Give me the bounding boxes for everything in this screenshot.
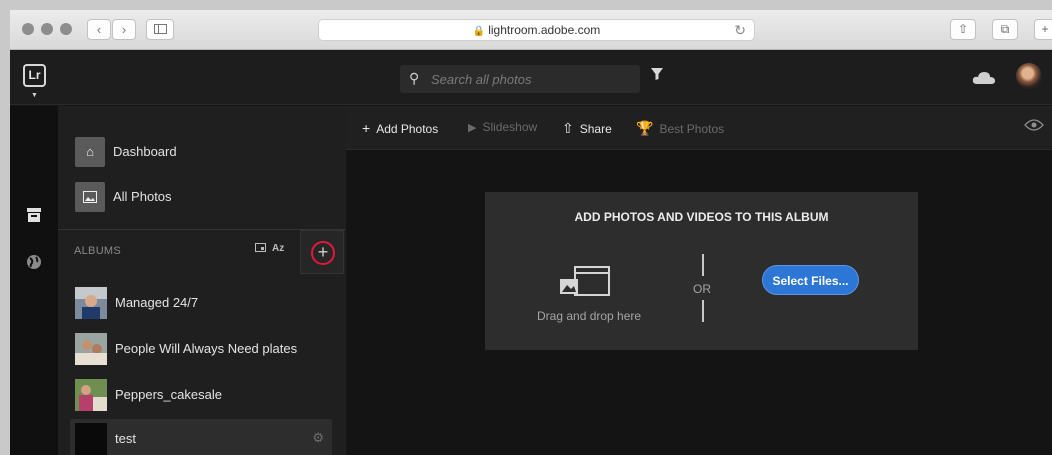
minimize-window-button[interactable] bbox=[41, 23, 53, 35]
add-photos-button[interactable]: + Add Photos bbox=[362, 120, 438, 136]
or-divider-top bbox=[702, 254, 704, 276]
sidebar-toggle-button[interactable] bbox=[146, 19, 174, 40]
app-header: Lr ▼ ⚲ Search all photos bbox=[10, 51, 1052, 105]
browser-toolbar: ‹ › 🔒 lightroom.adobe.com ↻ ⇧ ⧉ + bbox=[10, 10, 1052, 50]
or-text: OR bbox=[693, 282, 711, 296]
drag-drop-icon bbox=[560, 266, 610, 296]
best-photos-button[interactable]: 🏆 Best Photos bbox=[636, 120, 724, 137]
play-icon: ▶ bbox=[468, 122, 477, 134]
new-tab-button[interactable]: + bbox=[1034, 19, 1052, 40]
share-icon: ⇧ bbox=[562, 120, 574, 136]
album-label: test bbox=[115, 431, 136, 446]
album-item-managed[interactable]: Managed 24/7 bbox=[75, 287, 333, 319]
filter-icon[interactable] bbox=[650, 67, 664, 81]
album-thumbnail bbox=[75, 333, 107, 365]
zoom-window-button[interactable] bbox=[60, 23, 72, 35]
tabs-overview-button[interactable]: ⧉ bbox=[992, 19, 1018, 40]
select-files-button[interactable]: Select Files... bbox=[762, 265, 859, 295]
drag-drop-text: Drag and drop here bbox=[537, 309, 642, 323]
sort-albums-button[interactable]: Az bbox=[272, 243, 284, 254]
share-button[interactable]: ⇧ Share bbox=[562, 120, 612, 137]
folder-icon[interactable] bbox=[255, 243, 266, 255]
globe-icon[interactable] bbox=[25, 254, 43, 272]
slideshow-button[interactable]: ▶ Slideshow bbox=[468, 120, 537, 134]
user-avatar[interactable] bbox=[1016, 63, 1042, 89]
album-content: + Add Photos ▶ Slideshow ⇧ Share 🏆 Best Phot… bbox=[346, 106, 1052, 455]
close-window-button[interactable] bbox=[22, 23, 34, 35]
forward-button[interactable]: › bbox=[112, 19, 136, 40]
search-input[interactable]: ⚲ Search all photos bbox=[400, 65, 640, 93]
album-thumbnail bbox=[75, 379, 107, 411]
albums-heading: ALBUMS bbox=[74, 245, 122, 257]
or-divider-bottom bbox=[702, 300, 704, 322]
lightroom-app: Lr ▼ ⚲ Search all photos ⌂ Dashboard All… bbox=[10, 51, 1052, 455]
add-photos-heading: ADD PHOTOS AND VIDEOS TO THIS ALBUM bbox=[574, 210, 829, 224]
chevron-left-icon: ‹ bbox=[96, 22, 102, 37]
cloud-sync-icon[interactable] bbox=[972, 71, 996, 85]
lock-icon: 🔒 bbox=[472, 26, 486, 37]
album-thumbnail bbox=[75, 423, 107, 455]
plus-icon: + bbox=[362, 120, 371, 136]
eye-icon[interactable] bbox=[1024, 118, 1044, 132]
plus-icon: + bbox=[311, 241, 335, 265]
sidebar-icon bbox=[153, 24, 167, 34]
album-thumbnail bbox=[75, 287, 107, 319]
url-text: lightroom.adobe.com bbox=[488, 23, 601, 37]
chevron-right-icon: › bbox=[121, 22, 127, 37]
album-label: People Will Always Need plates bbox=[115, 341, 298, 356]
photo-icon bbox=[75, 182, 105, 212]
album-toolbar: + Add Photos ▶ Slideshow ⇧ Share 🏆 Best Phot… bbox=[346, 106, 1052, 150]
home-icon: ⌂ bbox=[75, 137, 105, 167]
sidebar-item-label: Dashboard bbox=[113, 144, 177, 159]
sidebar-item-label: All Photos bbox=[113, 189, 172, 204]
reload-icon[interactable]: ↻ bbox=[734, 20, 746, 41]
albums-sidebar: ⌂ Dashboard All Photos ALBUMS Az + Manag… bbox=[58, 106, 346, 455]
album-item-peppers[interactable]: Peppers_cakesale bbox=[75, 379, 333, 411]
address-bar[interactable]: 🔒 lightroom.adobe.com ↻ bbox=[318, 19, 755, 41]
sidebar-item-all-photos[interactable]: All Photos bbox=[75, 182, 335, 212]
left-rail bbox=[10, 106, 58, 455]
album-label: Peppers_cakesale bbox=[115, 387, 222, 402]
plus-icon: + bbox=[1041, 22, 1049, 36]
tabs-icon: ⧉ bbox=[1000, 22, 1010, 36]
trophy-icon: 🏆 bbox=[636, 120, 654, 136]
my-photos-icon[interactable] bbox=[25, 207, 43, 225]
caret-down-icon[interactable]: ▼ bbox=[31, 92, 38, 99]
sidebar-item-dashboard[interactable]: ⌂ Dashboard bbox=[75, 137, 335, 167]
add-album-button[interactable]: + bbox=[300, 230, 344, 274]
share-icon: ⇧ bbox=[957, 22, 969, 36]
album-item-test[interactable]: test ⚙ bbox=[70, 419, 332, 455]
album-label: Managed 24/7 bbox=[115, 295, 199, 310]
add-photos-panel[interactable]: ADD PHOTOS AND VIDEOS TO THIS ALBUM Drag… bbox=[485, 192, 918, 350]
search-icon: ⚲ bbox=[409, 70, 420, 86]
album-item-people-plates[interactable]: People Will Always Need plates bbox=[75, 333, 333, 365]
back-button[interactable]: ‹ bbox=[87, 19, 111, 40]
search-placeholder: Search all photos bbox=[431, 72, 532, 87]
lightroom-logo[interactable]: Lr bbox=[23, 64, 46, 87]
gear-icon[interactable]: ⚙ bbox=[312, 430, 324, 446]
share-page-button[interactable]: ⇧ bbox=[950, 19, 976, 40]
browser-window: ‹ › 🔒 lightroom.adobe.com ↻ ⇧ ⧉ + Lr ▼ ⚲ … bbox=[10, 10, 1052, 455]
